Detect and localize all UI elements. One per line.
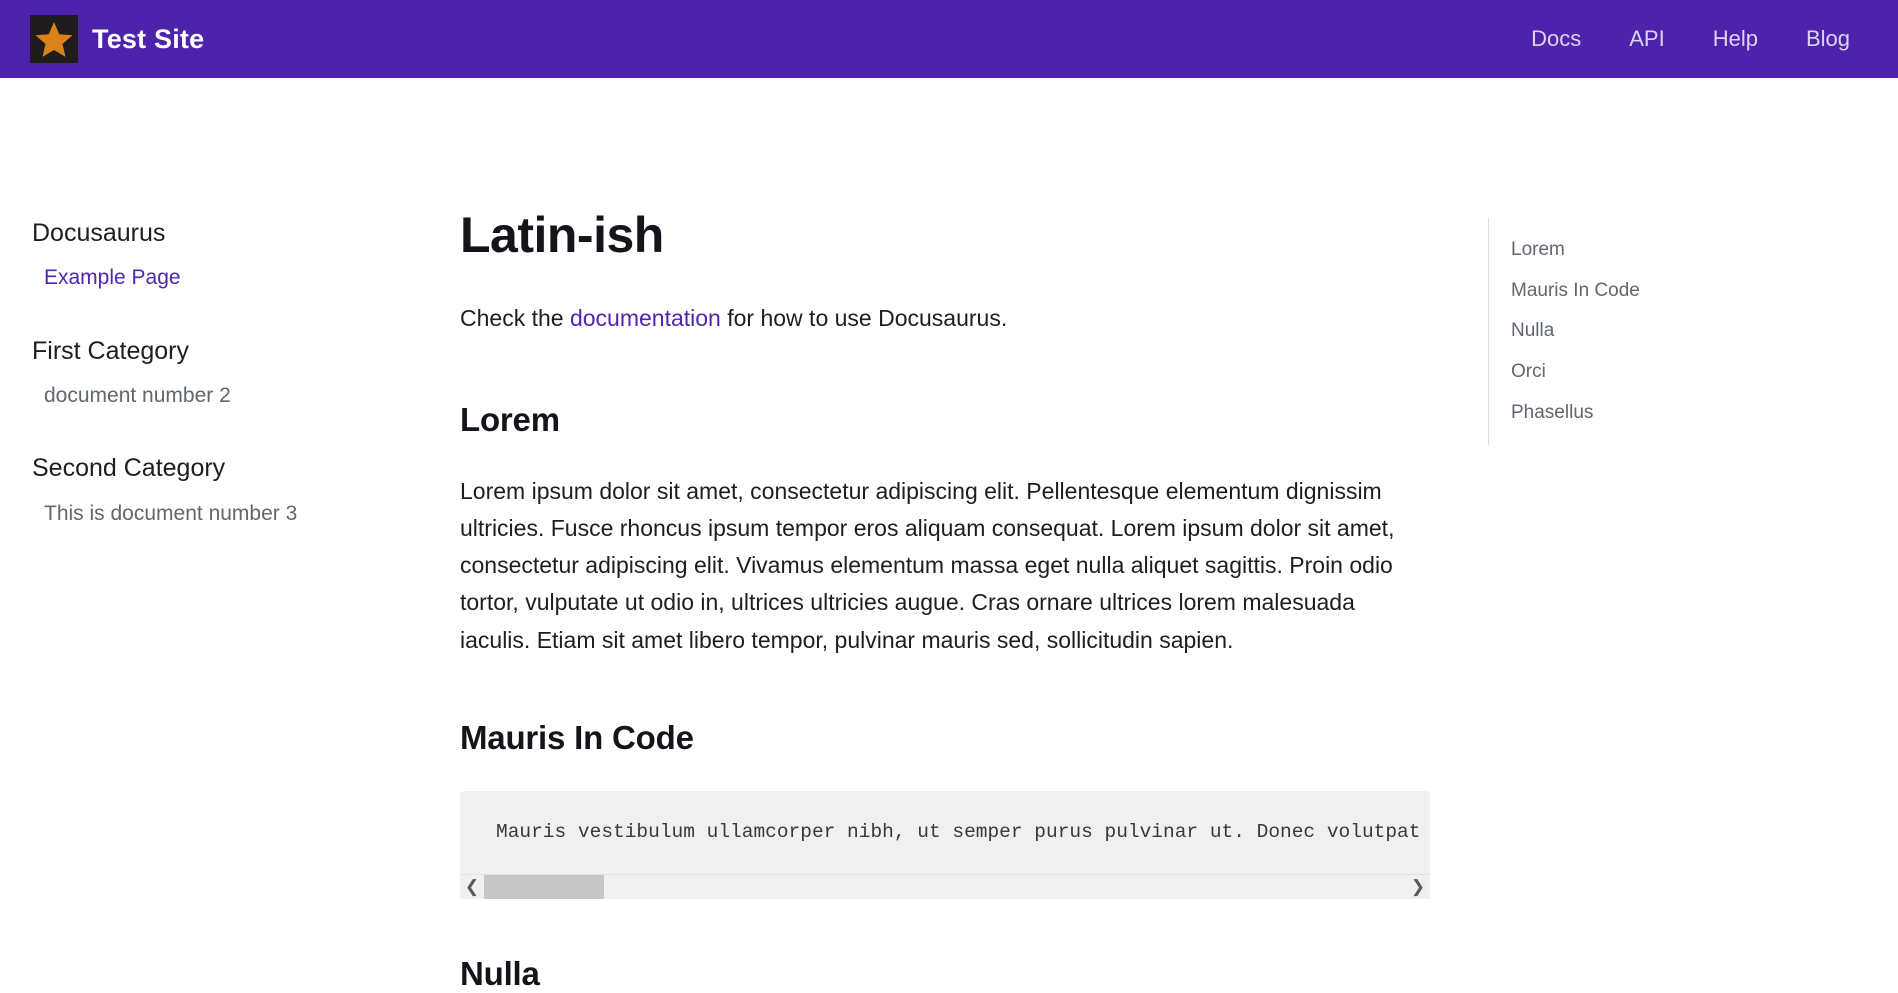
heading-nulla: Nulla: [460, 954, 540, 992]
nav-link-blog[interactable]: Blog: [1806, 26, 1850, 52]
chevron-right-icon[interactable]: ❯: [1406, 875, 1430, 899]
code-block: Mauris vestibulum ullamcorper nibh, ut s…: [460, 790, 1430, 899]
brand-home-link[interactable]: Test Site: [30, 15, 204, 63]
doc-article: Latin-ish Check the documentation for ho…: [460, 208, 1430, 993]
sidebar-group-second-category: Second Category This is document number …: [32, 453, 460, 535]
sidebar-item-example-page[interactable]: Example Page: [32, 257, 460, 299]
scrollbar-thumb[interactable]: [484, 874, 604, 899]
toc-link-nulla[interactable]: Nulla: [1511, 311, 1898, 352]
star-icon: [30, 15, 78, 63]
sidebar-category-second: Second Category: [32, 454, 226, 483]
sidebar-item-document-number-3[interactable]: This is document number 3: [32, 493, 460, 535]
table-of-contents: Lorem Mauris In Code Nulla Orci Phasellu…: [1478, 78, 1898, 446]
scrollbar-track[interactable]: [484, 874, 1406, 899]
paragraph-lorem: Lorem ipsum dolor sit amet, consectetur …: [460, 477, 1395, 653]
toc-link-phasellus[interactable]: Phasellus: [1511, 393, 1898, 434]
toc-link-orci[interactable]: Orci: [1511, 352, 1898, 393]
nav-link-api[interactable]: API: [1629, 26, 1664, 52]
sidebar-item-document-number-2[interactable]: document number 2: [32, 375, 460, 417]
navbar-links: Docs API Help Blog: [1531, 26, 1868, 52]
intro-text-before: Check the: [460, 305, 570, 331]
toc-link-mauris-in-code[interactable]: Mauris In Code: [1511, 271, 1898, 312]
page-body: Docusaurus Example Page First Category d…: [0, 78, 1898, 992]
heading-mauris-in-code: Mauris In Code: [460, 718, 694, 756]
intro-paragraph: Check the documentation for how to use D…: [460, 301, 1430, 337]
intro-text-after: for how to use Docusaurus.: [720, 305, 1008, 331]
sidebar-category-first: First Category: [32, 336, 189, 365]
nav-link-help[interactable]: Help: [1713, 26, 1758, 52]
sidebar-group-docusaurus: Docusaurus Example Page: [32, 218, 460, 300]
main-content: Latin-ish Check the documentation for ho…: [460, 78, 1478, 993]
brand-title: Test Site: [92, 23, 205, 54]
page-title: Latin-ish: [460, 207, 664, 263]
nav-link-docs[interactable]: Docs: [1531, 26, 1581, 52]
toc-list: Lorem Mauris In Code Nulla Orci Phasellu…: [1488, 218, 1898, 446]
heading-lorem: Lorem: [460, 400, 560, 438]
sidebar-category-docusaurus: Docusaurus: [32, 219, 166, 247]
sidebar-group-first-category: First Category document number 2: [32, 336, 460, 418]
docs-sidebar: Docusaurus Example Page First Category d…: [0, 78, 460, 543]
documentation-link[interactable]: documentation: [570, 305, 721, 331]
code-block-content: Mauris vestibulum ullamcorper nibh, ut s…: [496, 820, 1430, 843]
top-navigation-bar: Test Site Docs API Help Blog: [0, 0, 1898, 78]
toc-link-lorem[interactable]: Lorem: [1511, 230, 1898, 271]
chevron-left-icon[interactable]: ❮: [460, 875, 484, 899]
